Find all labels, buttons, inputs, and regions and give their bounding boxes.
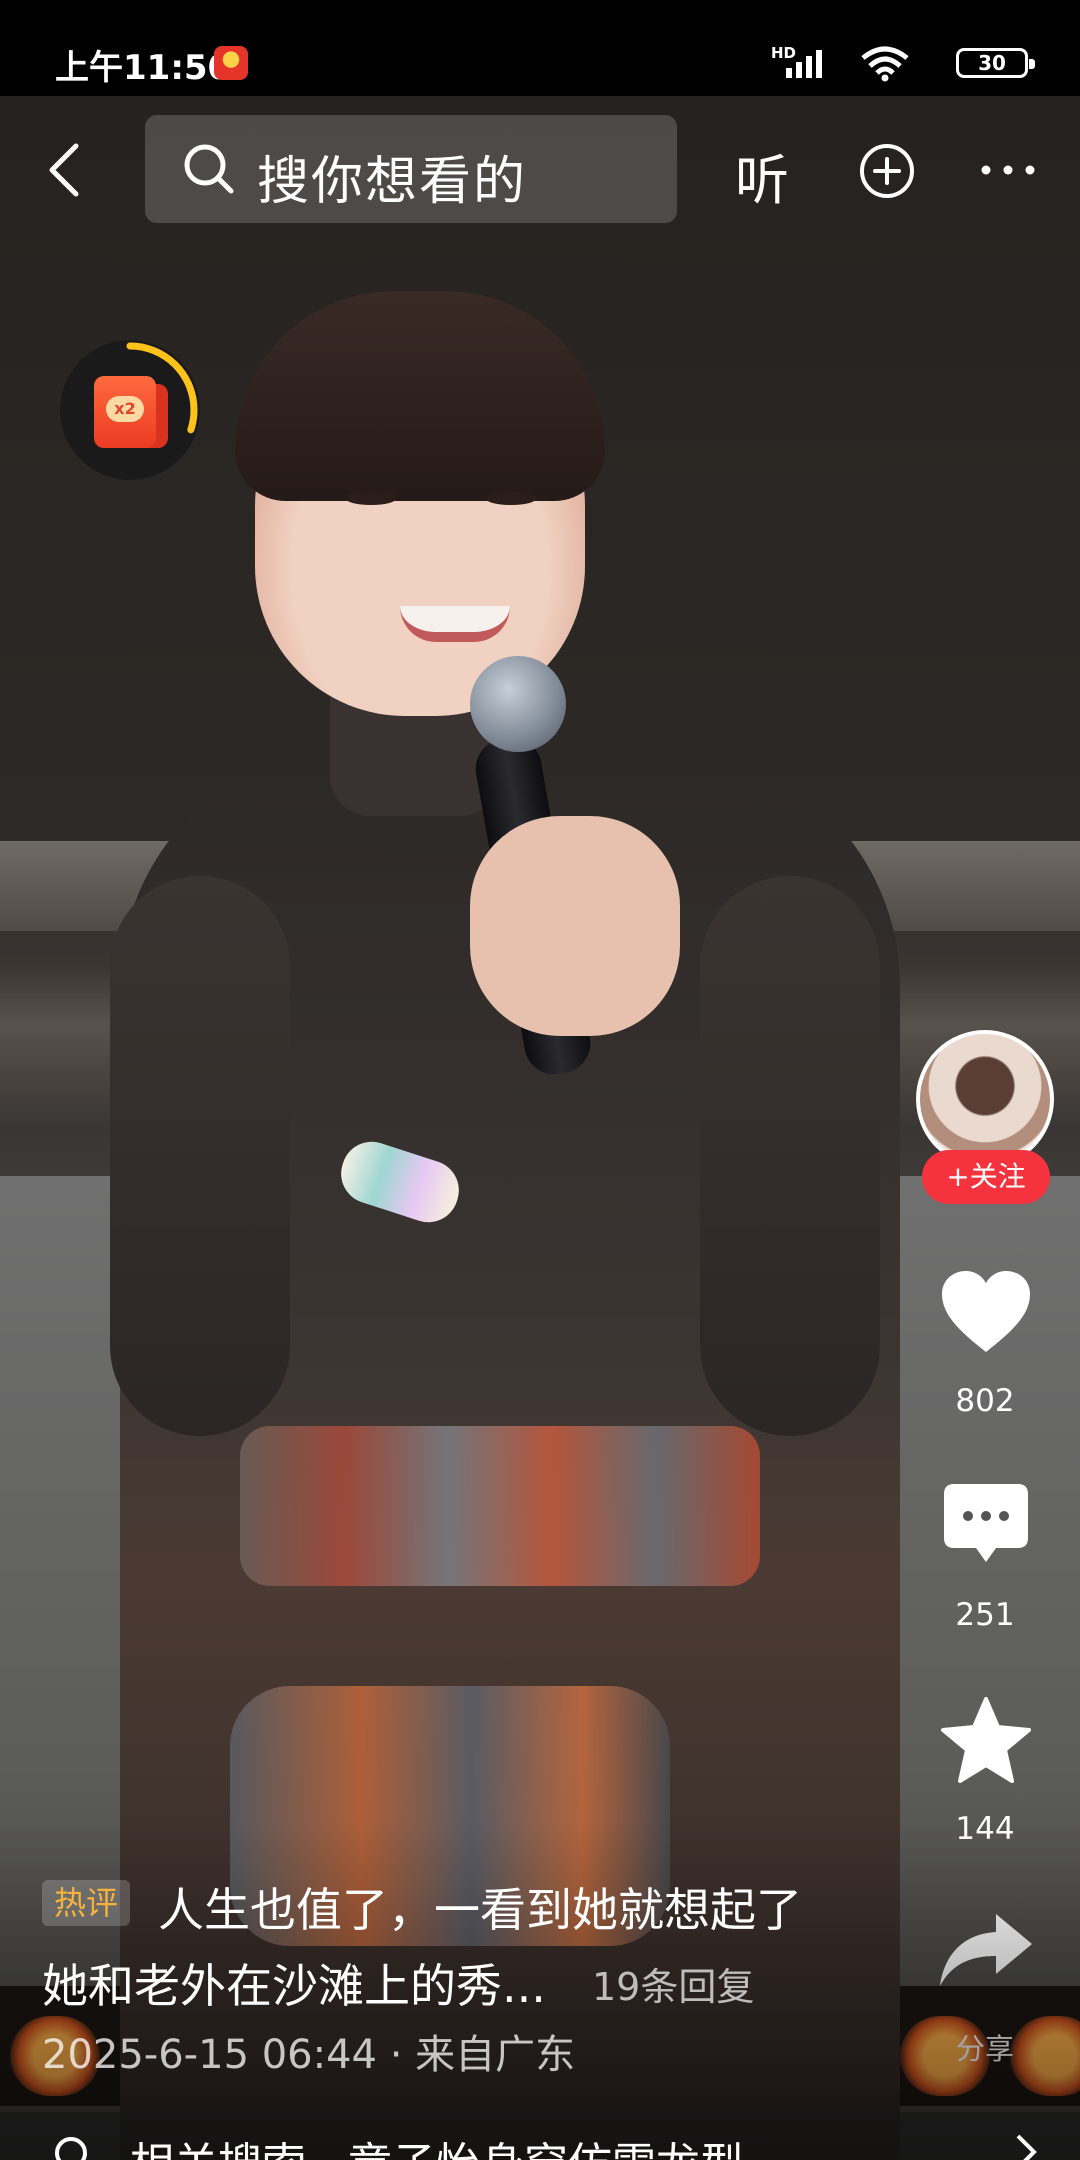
author-avatar[interactable] [916, 1030, 1054, 1168]
battery-level: 30 [978, 51, 1006, 75]
app-notification-icon [214, 46, 248, 80]
featured-comment-line1[interactable]: 人生也值了，一看到她就想起了 [158, 1874, 802, 1940]
reply-count-link[interactable]: 19条回复 [592, 1956, 754, 2011]
reward-badge: x2 [106, 396, 144, 422]
search-input[interactable]: 搜你想看的 [145, 115, 677, 223]
search-icon [184, 144, 234, 194]
back-arrow-icon[interactable] [38, 140, 98, 200]
related-search-text: 相关搜索 · 章子怡身穿仿雪龙型 [130, 2128, 744, 2160]
search-icon [55, 2137, 87, 2160]
comment-count: 251 [955, 1597, 1015, 1633]
hot-comment-tag: 热评 [42, 1880, 131, 1926]
performer-hair [235, 291, 605, 501]
performer-eye [345, 491, 397, 505]
more-dots-icon[interactable] [978, 160, 1038, 180]
comment-meta: 2025-6-15 06:44 · 来自广东 [42, 2032, 576, 2078]
featured-comment-line2[interactable]: 她和老外在沙滩上的秀... [42, 1950, 546, 2016]
battery-icon: 30 [956, 48, 1035, 78]
battery-tip [1029, 59, 1035, 69]
dress-pattern [240, 1426, 760, 1586]
heart-icon[interactable] [938, 1268, 1034, 1356]
status-bar: 上午11:50 HD 30 [0, 0, 1080, 96]
performer-arm [700, 876, 880, 1436]
performer-arm [110, 876, 290, 1436]
chevron-right-icon [1016, 2134, 1037, 2160]
listen-button[interactable]: 听 [735, 136, 789, 215]
wifi-icon [861, 46, 909, 82]
reward-widget[interactable]: x2 [60, 340, 200, 480]
search-placeholder: 搜你想看的 [257, 152, 528, 212]
microphone-head [470, 656, 566, 752]
star-icon[interactable] [938, 1695, 1034, 1787]
signal-icon [786, 50, 822, 78]
follow-button[interactable]: +关注 [922, 1150, 1050, 1204]
plus-circle-icon[interactable] [858, 142, 916, 200]
performer-eye [485, 491, 537, 505]
performer-hands [470, 816, 680, 1036]
related-search-bar[interactable]: 相关搜索 · 章子怡身穿仿雪龙型 [0, 2112, 1080, 2160]
comment-icon[interactable] [940, 1480, 1032, 1570]
status-time: 上午11:50 [55, 48, 232, 88]
like-count: 802 [955, 1383, 1015, 1419]
